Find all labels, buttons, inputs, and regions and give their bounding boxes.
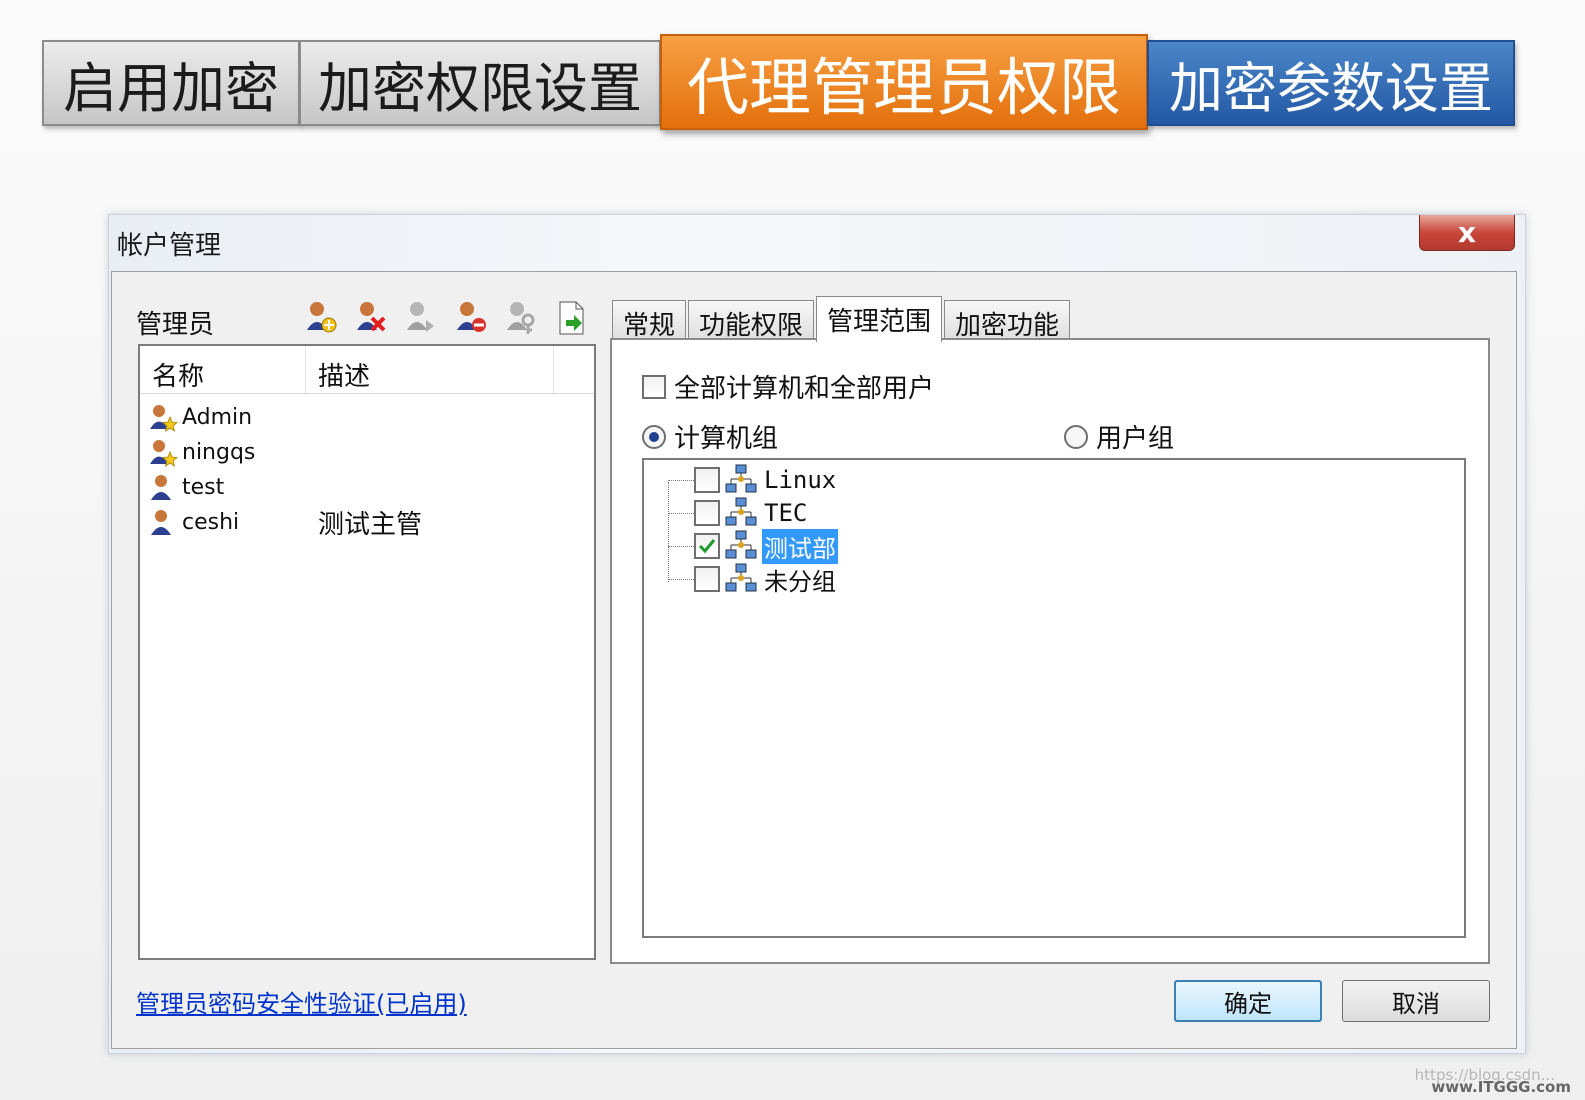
tab-bar: 常规 功能权限 管理范围 加密功能	[612, 296, 1072, 342]
watermark-site: www.ITGGG.com	[1431, 1078, 1571, 1096]
column-header-description[interactable]: 描述	[306, 346, 554, 393]
slide-tab-agent-admin-permissions: 代理管理员权限	[660, 34, 1148, 130]
all-computers-users-option[interactable]: 全部计算机和全部用户	[642, 368, 934, 405]
tree-checkbox[interactable]	[694, 566, 720, 592]
admin-toolbar	[306, 300, 588, 336]
computer-group-radio[interactable]	[642, 424, 666, 449]
admin-name: ningqs	[182, 440, 256, 465]
admin-properties-icon[interactable]	[406, 300, 438, 336]
admins-label: 管理员	[136, 310, 215, 340]
list-item[interactable]: ningqs	[140, 435, 594, 470]
column-header-name[interactable]: 名称	[140, 346, 306, 393]
group-tree[interactable]: Linux TEC 测试部 未分组	[642, 458, 1466, 938]
all-computers-users-label: 全部计算机和全部用户	[674, 374, 935, 404]
computer-group-option[interactable]: 计算机组	[642, 418, 778, 455]
tree-item-tec[interactable]: TEC	[668, 497, 809, 529]
user-group-radio[interactable]	[1064, 424, 1088, 449]
list-item[interactable]: test	[140, 470, 594, 505]
admin-name: ceshi	[182, 510, 240, 535]
admin-name: Admin	[182, 405, 253, 430]
add-admin-icon[interactable]	[306, 300, 338, 336]
list-item[interactable]: Admin	[140, 400, 594, 435]
network-group-icon	[724, 497, 758, 529]
list-item[interactable]: ceshi 测试主管	[140, 505, 594, 540]
user-group-label: 用户组	[1096, 424, 1175, 454]
all-computers-users-checkbox[interactable]	[642, 374, 666, 399]
admin-list-header: 名称 描述	[140, 346, 594, 394]
dialog-client-area: 管理员 名称 描述 Admin ningqs test ceshi 测试主管 管…	[111, 271, 1517, 1049]
ok-button[interactable]: 确定	[1174, 980, 1322, 1022]
tree-item-linux[interactable]: Linux	[668, 464, 838, 496]
tree-item-label: 测试部	[762, 528, 838, 564]
account-management-dialog: 帐户管理 x 管理员 名称 描述 Admin ningqs test ceshi…	[108, 214, 1526, 1054]
close-icon: x	[1457, 216, 1477, 249]
slide-tab-enable-encryption: 启用加密	[42, 40, 300, 126]
admin-star-icon	[148, 403, 178, 433]
tree-item-test-dept[interactable]: 测试部	[668, 528, 838, 564]
user-icon	[148, 473, 178, 503]
tree-item-label: 未分组	[764, 567, 836, 596]
tab-function-permissions[interactable]: 功能权限	[688, 300, 815, 341]
delete-admin-icon[interactable]	[356, 300, 388, 336]
admin-star-icon	[148, 438, 178, 468]
user-group-option[interactable]: 用户组	[1064, 418, 1174, 455]
close-button[interactable]: x	[1419, 215, 1515, 251]
network-group-icon	[724, 530, 758, 562]
tree-checkbox-checked[interactable]	[694, 533, 720, 559]
user-icon	[148, 508, 178, 538]
admin-name: test	[182, 475, 225, 500]
tab-general[interactable]: 常规	[612, 300, 687, 341]
password-security-link[interactable]: 管理员密码安全性验证(已启用)	[136, 984, 467, 1019]
tree-item-label: Linux	[764, 466, 837, 494]
network-group-icon	[724, 464, 758, 496]
admin-description: 测试主管	[318, 510, 423, 540]
tree-item-ungrouped[interactable]: 未分组	[668, 563, 838, 596]
tree-item-label: TEC	[764, 499, 808, 527]
export-icon[interactable]	[556, 300, 588, 336]
admin-key-icon[interactable]	[506, 300, 538, 336]
management-scope-page: 全部计算机和全部用户 计算机组 用户组 Linux TEC 测试部 未分组	[610, 338, 1490, 964]
disable-admin-icon[interactable]	[456, 300, 488, 336]
tree-checkbox[interactable]	[694, 467, 720, 493]
slide-tab-encryption-params: 加密参数设置	[1147, 40, 1515, 126]
network-group-icon	[724, 563, 758, 595]
slide-tab-encryption-permissions: 加密权限设置	[299, 40, 661, 126]
tab-encryption-functions[interactable]: 加密功能	[944, 300, 1071, 341]
dialog-title: 帐户管理	[117, 231, 222, 261]
admin-list[interactable]: 名称 描述 Admin ningqs test ceshi 测试主管	[138, 344, 596, 960]
computer-group-label: 计算机组	[674, 424, 779, 454]
tab-management-scope[interactable]: 管理范围	[816, 296, 943, 342]
tree-checkbox[interactable]	[694, 500, 720, 526]
cancel-button[interactable]: 取消	[1342, 980, 1490, 1022]
